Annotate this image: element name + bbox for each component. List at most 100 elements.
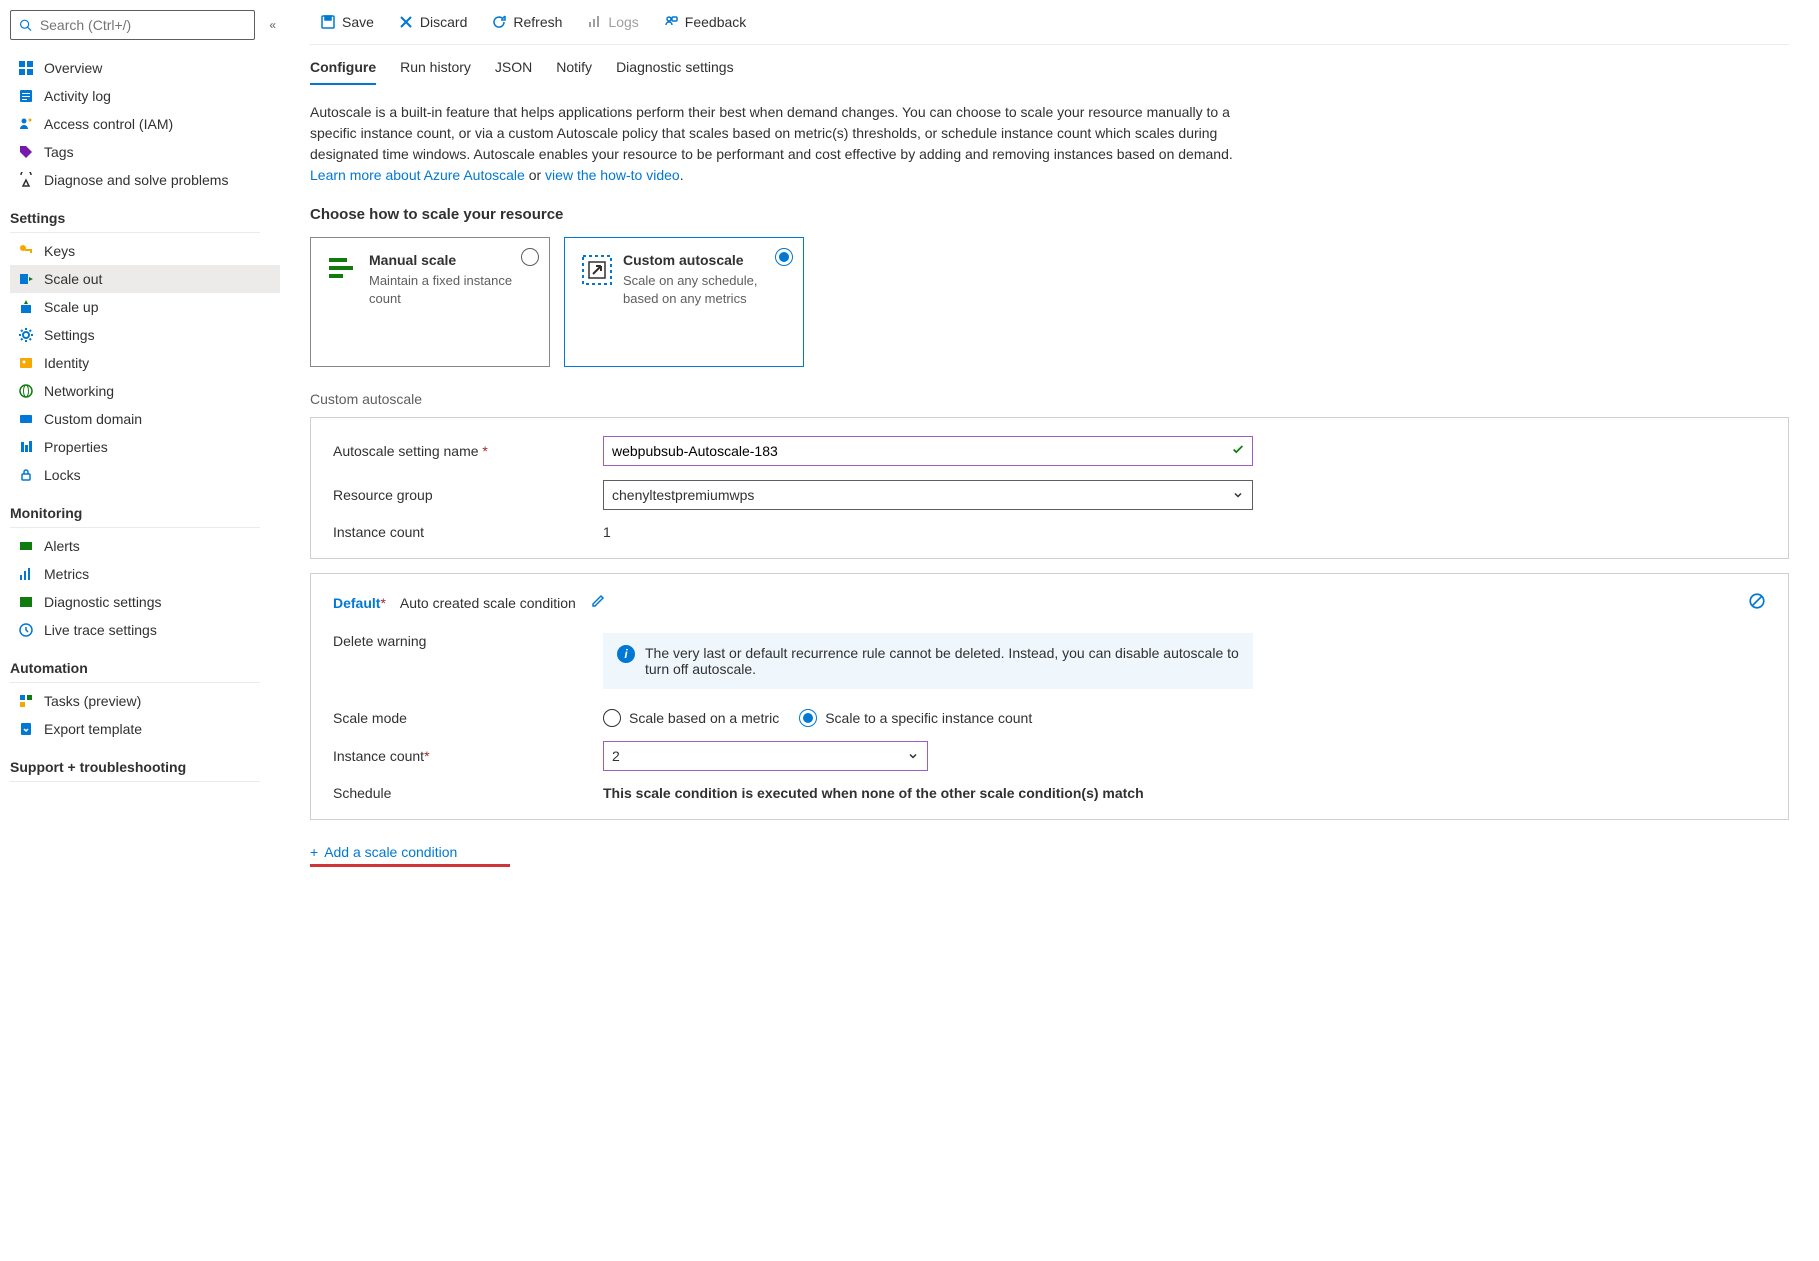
- sidebar-item-label: Overview: [44, 60, 102, 76]
- manual-scale-radio[interactable]: [521, 248, 539, 266]
- save-button[interactable]: Save: [310, 8, 384, 36]
- custom-autoscale-icon: [579, 252, 611, 284]
- radio-label: Scale based on a metric: [629, 710, 779, 726]
- export-template-icon: [18, 721, 34, 737]
- radio-icon: [799, 709, 817, 727]
- cond-instance-count-select[interactable]: 2: [603, 741, 928, 771]
- keys-icon: [18, 243, 34, 259]
- sidebar-item-label: Custom domain: [44, 411, 142, 427]
- tags-icon: [18, 144, 34, 160]
- sidebar-item-label: Scale up: [44, 299, 98, 315]
- delete-warning-info: i The very last or default recurrence ru…: [603, 633, 1253, 689]
- howto-video-link[interactable]: view the how-to video: [545, 167, 680, 183]
- sidebar-item-networking[interactable]: Networking: [10, 377, 280, 405]
- sidebar-item-label: Locks: [44, 467, 81, 483]
- search-box[interactable]: [10, 10, 255, 40]
- sidebar-item-tags[interactable]: Tags: [10, 138, 280, 166]
- schedule-text: This scale condition is executed when no…: [603, 785, 1766, 801]
- scale-mode-count-option[interactable]: Scale to a specific instance count: [799, 709, 1032, 727]
- schedule-label: Schedule: [333, 785, 603, 801]
- sidebar-item-label: Networking: [44, 383, 114, 399]
- sidebar-item-label: Tasks (preview): [44, 693, 141, 709]
- diagnostic-settings-icon: [18, 594, 34, 610]
- sidebar-item-live-trace[interactable]: Live trace settings: [10, 616, 280, 644]
- nav-group-settings: Settings: [10, 194, 260, 233]
- sidebar-item-overview[interactable]: Overview: [10, 54, 280, 82]
- tab-diagnostic-settings[interactable]: Diagnostic settings: [616, 51, 734, 85]
- sidebar-item-identity[interactable]: Identity: [10, 349, 280, 377]
- sidebar-item-keys[interactable]: Keys: [10, 237, 280, 265]
- sidebar-item-diagnostic-settings[interactable]: Diagnostic settings: [10, 588, 280, 616]
- card-title: Manual scale: [369, 252, 535, 268]
- delete-warning-text: The very last or default recurrence rule…: [645, 645, 1239, 677]
- scale-mode-metric-option[interactable]: Scale based on a metric: [603, 709, 779, 727]
- search-icon: [19, 18, 32, 32]
- sidebar-item-label: Diagnose and solve problems: [44, 172, 228, 188]
- sidebar-item-activity-log[interactable]: Activity log: [10, 82, 280, 110]
- tab-run-history[interactable]: Run history: [400, 51, 471, 85]
- diagnose-icon: [18, 172, 34, 188]
- add-condition-label: Add a scale condition: [324, 844, 457, 860]
- custom-autoscale-card[interactable]: Custom autoscale Scale on any schedule, …: [564, 237, 804, 367]
- sidebar-item-properties[interactable]: Properties: [10, 433, 280, 461]
- manual-scale-icon: [325, 252, 357, 284]
- disable-condition-button[interactable]: [1748, 592, 1766, 613]
- main-content: Save Discard Refresh Logs Feedback Confi…: [280, 0, 1819, 897]
- autoscale-settings-panel: Autoscale setting name * Resource group …: [310, 417, 1789, 559]
- command-bar: Save Discard Refresh Logs Feedback: [310, 0, 1789, 44]
- nav-group-automation: Automation: [10, 644, 260, 683]
- sidebar-item-custom-domain[interactable]: Custom domain: [10, 405, 280, 433]
- access-control-icon: [18, 116, 34, 132]
- logs-button: Logs: [576, 8, 648, 36]
- discard-button[interactable]: Discard: [388, 8, 477, 36]
- sidebar-item-scale-up[interactable]: Scale up: [10, 293, 280, 321]
- condition-default-label: Default: [333, 595, 380, 611]
- resource-group-select[interactable]: chenyltestpremiumwps: [603, 480, 1253, 510]
- identity-icon: [18, 355, 34, 371]
- select-value: chenyltestpremiumwps: [612, 487, 754, 503]
- validation-check-icon: [1231, 443, 1245, 460]
- collapse-sidebar-icon[interactable]: «: [265, 14, 280, 36]
- add-scale-condition-button[interactable]: + Add a scale condition: [310, 838, 457, 866]
- sidebar-item-metrics[interactable]: Metrics: [10, 560, 280, 588]
- sidebar-item-settings[interactable]: Settings: [10, 321, 280, 349]
- card-title: Custom autoscale: [623, 252, 789, 268]
- scale-condition-panel: Default* Auto created scale condition De…: [310, 573, 1789, 820]
- search-input[interactable]: [38, 16, 247, 34]
- custom-domain-icon: [18, 411, 34, 427]
- feedback-button[interactable]: Feedback: [653, 8, 756, 36]
- edit-condition-button[interactable]: [590, 593, 606, 612]
- toolbar-label: Logs: [608, 14, 638, 30]
- sidebar-item-scale-out[interactable]: Scale out: [10, 265, 280, 293]
- feedback-icon: [663, 14, 679, 30]
- sidebar-item-alerts[interactable]: Alerts: [10, 532, 280, 560]
- networking-icon: [18, 383, 34, 399]
- chevron-down-icon: [1232, 489, 1244, 501]
- tab-configure[interactable]: Configure: [310, 51, 376, 85]
- setting-name-input[interactable]: [603, 436, 1253, 466]
- sidebar-item-export-template[interactable]: Export template: [10, 715, 280, 743]
- tab-json[interactable]: JSON: [495, 51, 532, 85]
- alerts-icon: [18, 538, 34, 554]
- custom-autoscale-heading: Custom autoscale: [310, 391, 1789, 407]
- setting-name-label: Autoscale setting name *: [333, 443, 603, 459]
- custom-autoscale-radio[interactable]: [775, 248, 793, 266]
- toolbar-label: Save: [342, 14, 374, 30]
- sidebar-item-access-control[interactable]: Access control (IAM): [10, 110, 280, 138]
- sidebar-item-tasks[interactable]: Tasks (preview): [10, 687, 280, 715]
- sidebar-item-locks[interactable]: Locks: [10, 461, 280, 489]
- sidebar-item-label: Scale out: [44, 271, 102, 287]
- radio-icon: [603, 709, 621, 727]
- refresh-button[interactable]: Refresh: [481, 8, 572, 36]
- sidebar-item-diagnose[interactable]: Diagnose and solve problems: [10, 166, 280, 194]
- learn-more-link[interactable]: Learn more about Azure Autoscale: [310, 167, 525, 183]
- manual-scale-card[interactable]: Manual scale Maintain a fixed instance c…: [310, 237, 550, 367]
- nav-group-support: Support + troubleshooting: [10, 743, 260, 782]
- sidebar-item-label: Access control (IAM): [44, 116, 173, 132]
- toolbar-label: Discard: [420, 14, 467, 30]
- tab-notify[interactable]: Notify: [556, 51, 592, 85]
- tasks-icon: [18, 693, 34, 709]
- sidebar-item-label: Tags: [44, 144, 74, 160]
- sidebar: « Overview Activity log Access control (…: [0, 0, 280, 897]
- discard-icon: [398, 14, 414, 30]
